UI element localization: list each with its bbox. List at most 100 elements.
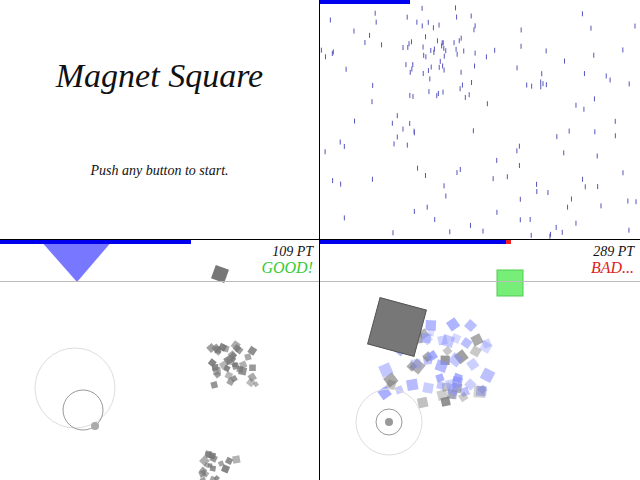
rain-drop — [434, 217, 435, 222]
rain-drop — [610, 77, 611, 82]
rain-drop — [536, 189, 537, 194]
particle — [427, 350, 438, 361]
rain-drop — [493, 176, 494, 181]
particle — [210, 381, 218, 389]
rain-drop — [571, 196, 572, 201]
rain-drop — [540, 79, 541, 84]
particle — [473, 386, 485, 398]
rain-drop — [431, 65, 432, 70]
rain-drop — [437, 38, 438, 43]
judgement: BAD... — [591, 259, 634, 277]
rain-drop — [547, 190, 548, 195]
rain-drop — [407, 143, 408, 148]
energy-bar — [320, 240, 640, 244]
particle — [411, 359, 421, 369]
rain-drop — [460, 167, 461, 172]
rain-drop — [542, 81, 543, 86]
particle — [377, 386, 392, 401]
particle — [231, 340, 241, 350]
rain-drop — [407, 45, 408, 50]
particle — [421, 333, 433, 345]
rain-drop — [521, 44, 522, 49]
player-dot — [385, 418, 393, 426]
rain-drop — [444, 54, 445, 59]
particle — [435, 359, 449, 373]
rain-drop — [369, 33, 370, 38]
particle — [440, 396, 450, 406]
rain-drop — [440, 59, 441, 64]
rain-drop — [434, 47, 435, 52]
rain-drop — [531, 233, 532, 238]
rain-drop — [321, 48, 322, 53]
rain-drop — [412, 62, 413, 67]
rain-drop — [422, 23, 423, 28]
rain-drop — [569, 129, 570, 134]
rain-drop — [423, 45, 424, 50]
rain-drop — [520, 217, 521, 222]
particle — [226, 358, 233, 365]
rain-drop — [445, 193, 446, 198]
rain-drop — [556, 225, 557, 230]
rain-drop — [455, 5, 456, 10]
rain-drop — [392, 121, 393, 126]
particle — [223, 365, 230, 372]
particle — [232, 362, 237, 367]
rain-drop — [622, 47, 623, 52]
rain-drop — [519, 163, 520, 168]
rain-drop — [526, 83, 527, 88]
particle — [435, 373, 444, 382]
rain-drop — [397, 113, 398, 118]
rain-drop — [403, 45, 404, 50]
rain-drop — [546, 48, 547, 53]
rain-drop — [456, 170, 457, 175]
particle — [480, 367, 496, 383]
enemy-triangle — [40, 240, 113, 282]
rain-drop — [425, 34, 426, 39]
rain-drop — [407, 15, 408, 20]
rain-drop — [429, 76, 430, 81]
particle — [445, 379, 456, 390]
title-panel[interactable]: Magnet SquarePush any button to start. — [0, 0, 319, 239]
rain-drop — [411, 39, 412, 44]
rain-drop — [433, 25, 434, 30]
rain-drop — [521, 27, 522, 32]
rain-drop — [457, 52, 458, 57]
particle — [222, 345, 230, 353]
rain-drop — [394, 141, 395, 146]
rain-drop — [340, 182, 341, 187]
rain-panel — [320, 0, 640, 239]
rain-drop — [582, 11, 583, 16]
rain-drop — [430, 48, 431, 53]
rain-drop — [461, 36, 462, 41]
rain-drop — [346, 67, 347, 72]
energy-bar — [320, 0, 640, 4]
rain-drop — [409, 121, 410, 126]
rain-drop — [470, 223, 471, 228]
rain-drop — [411, 67, 412, 72]
rain-drop — [456, 47, 457, 52]
particle — [378, 362, 393, 377]
particle — [244, 353, 251, 360]
particle — [210, 465, 217, 472]
rain-drop — [628, 228, 629, 233]
rain-drop — [444, 183, 445, 188]
particle — [446, 317, 460, 331]
rain-drop — [471, 14, 472, 19]
magnet-range — [35, 348, 115, 428]
play-panel: 289 PTBAD... — [320, 240, 640, 480]
start-prompt: Push any button to start. — [90, 163, 228, 179]
rain-drop — [454, 40, 455, 45]
magnet-ring — [376, 409, 402, 435]
rain-drop — [428, 68, 429, 73]
rain-drop — [442, 63, 443, 68]
particle — [448, 352, 463, 367]
rain-drop — [583, 107, 584, 112]
rain-drop — [519, 144, 520, 149]
rain-drop — [487, 101, 488, 106]
rain-drop — [410, 70, 411, 75]
rain-drop — [376, 20, 377, 25]
rain-drop — [473, 27, 474, 32]
rain-drop — [459, 38, 460, 43]
rain-drop — [582, 177, 583, 182]
particle — [450, 333, 461, 344]
